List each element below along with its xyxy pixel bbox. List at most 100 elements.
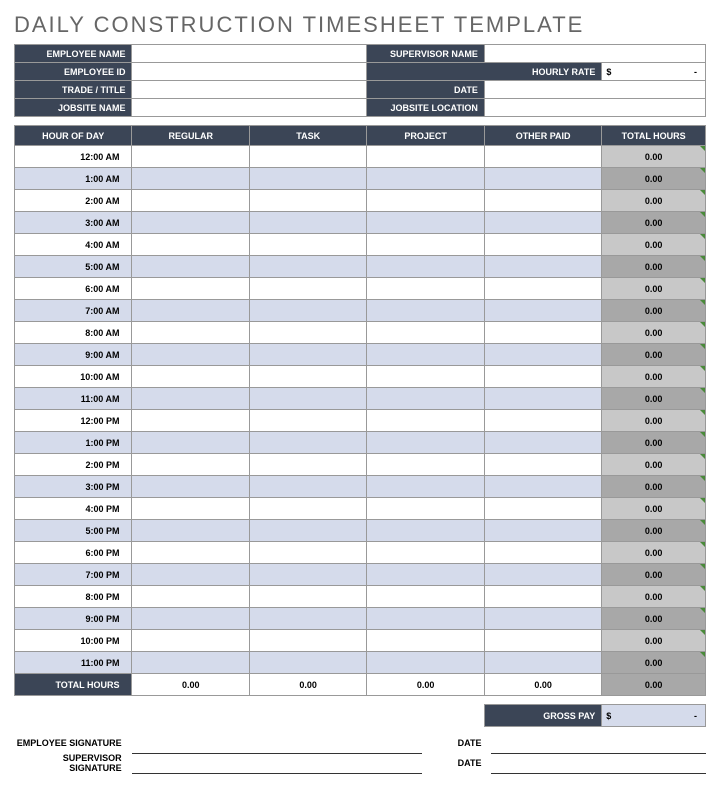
other-cell[interactable]: [484, 608, 601, 630]
employee-name-field[interactable]: [132, 45, 367, 63]
project-cell[interactable]: [367, 366, 484, 388]
regular-cell[interactable]: [132, 168, 249, 190]
task-cell[interactable]: [249, 652, 366, 674]
project-cell[interactable]: [367, 256, 484, 278]
task-cell[interactable]: [249, 168, 366, 190]
other-cell[interactable]: [484, 542, 601, 564]
task-cell[interactable]: [249, 520, 366, 542]
project-cell[interactable]: [367, 322, 484, 344]
task-cell[interactable]: [249, 366, 366, 388]
regular-cell[interactable]: [132, 234, 249, 256]
regular-cell[interactable]: [132, 630, 249, 652]
other-cell[interactable]: [484, 388, 601, 410]
project-cell[interactable]: [367, 234, 484, 256]
regular-cell[interactable]: [132, 564, 249, 586]
regular-cell[interactable]: [132, 146, 249, 168]
employee-id-field[interactable]: [132, 63, 367, 81]
task-cell[interactable]: [249, 476, 366, 498]
project-cell[interactable]: [367, 564, 484, 586]
task-cell[interactable]: [249, 498, 366, 520]
other-cell[interactable]: [484, 146, 601, 168]
other-cell[interactable]: [484, 652, 601, 674]
project-cell[interactable]: [367, 630, 484, 652]
hourly-rate-field[interactable]: $ -: [602, 63, 706, 81]
regular-cell[interactable]: [132, 278, 249, 300]
project-cell[interactable]: [367, 190, 484, 212]
project-cell[interactable]: [367, 542, 484, 564]
task-cell[interactable]: [249, 410, 366, 432]
regular-cell[interactable]: [132, 542, 249, 564]
other-cell[interactable]: [484, 256, 601, 278]
regular-cell[interactable]: [132, 410, 249, 432]
task-cell[interactable]: [249, 146, 366, 168]
regular-cell[interactable]: [132, 652, 249, 674]
task-cell[interactable]: [249, 322, 366, 344]
project-cell[interactable]: [367, 476, 484, 498]
regular-cell[interactable]: [132, 256, 249, 278]
regular-cell[interactable]: [132, 520, 249, 542]
other-cell[interactable]: [484, 190, 601, 212]
regular-cell[interactable]: [132, 322, 249, 344]
other-cell[interactable]: [484, 234, 601, 256]
emp-date-field[interactable]: [491, 733, 706, 753]
other-cell[interactable]: [484, 498, 601, 520]
project-cell[interactable]: [367, 278, 484, 300]
regular-cell[interactable]: [132, 388, 249, 410]
employee-signature-field[interactable]: [132, 733, 423, 753]
other-cell[interactable]: [484, 212, 601, 234]
sup-date-field[interactable]: [491, 753, 706, 773]
regular-cell[interactable]: [132, 476, 249, 498]
task-cell[interactable]: [249, 608, 366, 630]
supervisor-signature-field[interactable]: [132, 753, 423, 773]
task-cell[interactable]: [249, 564, 366, 586]
task-cell[interactable]: [249, 586, 366, 608]
project-cell[interactable]: [367, 652, 484, 674]
regular-cell[interactable]: [132, 498, 249, 520]
other-cell[interactable]: [484, 432, 601, 454]
project-cell[interactable]: [367, 498, 484, 520]
task-cell[interactable]: [249, 300, 366, 322]
other-cell[interactable]: [484, 454, 601, 476]
supervisor-name-field[interactable]: [484, 45, 705, 63]
project-cell[interactable]: [367, 454, 484, 476]
project-cell[interactable]: [367, 520, 484, 542]
other-cell[interactable]: [484, 476, 601, 498]
task-cell[interactable]: [249, 344, 366, 366]
regular-cell[interactable]: [132, 212, 249, 234]
project-cell[interactable]: [367, 344, 484, 366]
project-cell[interactable]: [367, 432, 484, 454]
task-cell[interactable]: [249, 234, 366, 256]
task-cell[interactable]: [249, 542, 366, 564]
task-cell[interactable]: [249, 256, 366, 278]
other-cell[interactable]: [484, 278, 601, 300]
other-cell[interactable]: [484, 520, 601, 542]
project-cell[interactable]: [367, 586, 484, 608]
task-cell[interactable]: [249, 630, 366, 652]
other-cell[interactable]: [484, 300, 601, 322]
project-cell[interactable]: [367, 146, 484, 168]
project-cell[interactable]: [367, 388, 484, 410]
regular-cell[interactable]: [132, 586, 249, 608]
jobsite-location-field[interactable]: [484, 99, 705, 117]
trade-title-field[interactable]: [132, 81, 367, 99]
task-cell[interactable]: [249, 388, 366, 410]
regular-cell[interactable]: [132, 190, 249, 212]
regular-cell[interactable]: [132, 344, 249, 366]
other-cell[interactable]: [484, 168, 601, 190]
regular-cell[interactable]: [132, 366, 249, 388]
task-cell[interactable]: [249, 432, 366, 454]
task-cell[interactable]: [249, 278, 366, 300]
project-cell[interactable]: [367, 168, 484, 190]
task-cell[interactable]: [249, 454, 366, 476]
project-cell[interactable]: [367, 410, 484, 432]
regular-cell[interactable]: [132, 608, 249, 630]
other-cell[interactable]: [484, 630, 601, 652]
task-cell[interactable]: [249, 212, 366, 234]
project-cell[interactable]: [367, 608, 484, 630]
other-cell[interactable]: [484, 586, 601, 608]
regular-cell[interactable]: [132, 300, 249, 322]
regular-cell[interactable]: [132, 454, 249, 476]
other-cell[interactable]: [484, 564, 601, 586]
task-cell[interactable]: [249, 190, 366, 212]
other-cell[interactable]: [484, 410, 601, 432]
